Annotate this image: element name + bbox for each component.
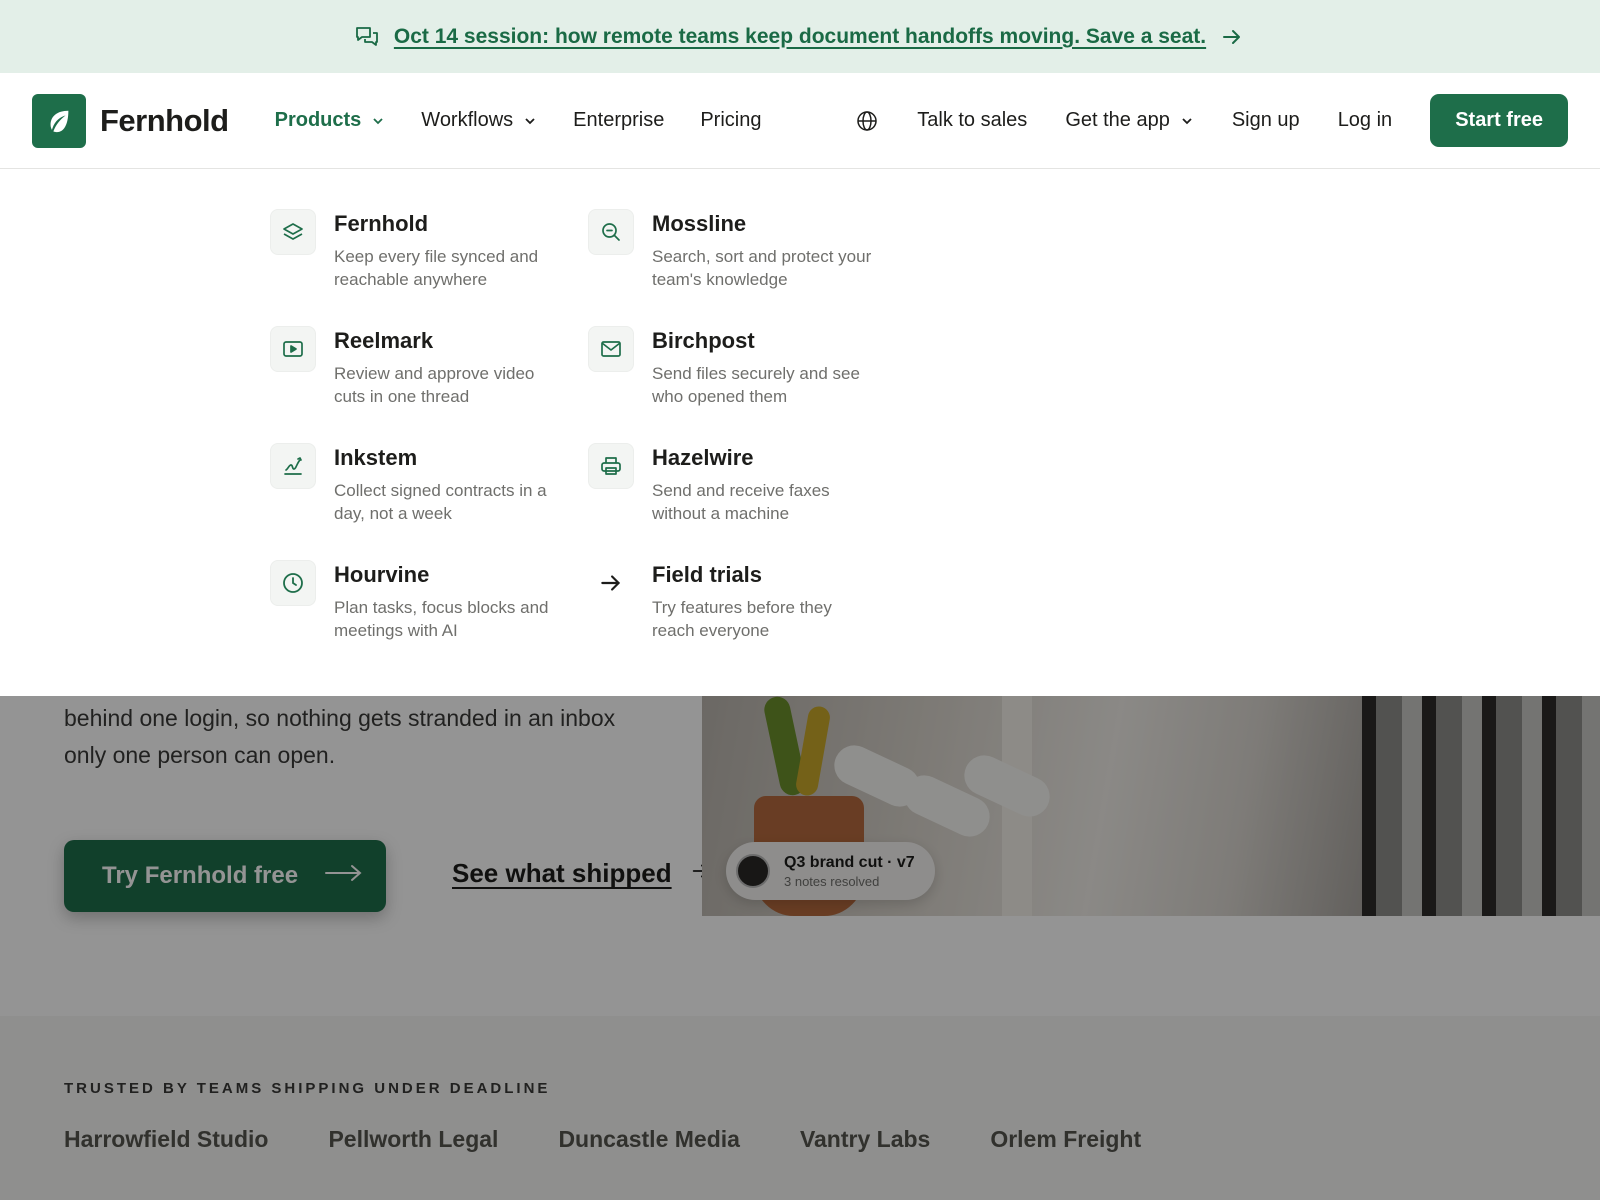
binders bbox=[1362, 696, 1600, 916]
nav-right-group: Talk to sales Get the app Sign up Log in… bbox=[855, 94, 1568, 147]
hero-description: behind one login, so nothing gets strand… bbox=[64, 705, 616, 768]
menu-item-title: Hazelwire bbox=[652, 445, 754, 470]
menu-item-desc: Keep every file synced and reachable any… bbox=[334, 247, 539, 289]
mail-icon bbox=[588, 326, 634, 372]
menu-item-title: Mossline bbox=[652, 211, 747, 236]
see-what-shipped-link[interactable]: See what shipped bbox=[452, 858, 712, 889]
globe-icon[interactable] bbox=[855, 109, 879, 133]
menu-item-inkstem[interactable]: Inkstem Collect signed contracts in a da… bbox=[270, 443, 588, 525]
talk-to-sales-link[interactable]: Talk to sales bbox=[917, 109, 1027, 132]
start-free-button[interactable]: Start free bbox=[1430, 94, 1568, 147]
try-free-button[interactable]: Try Fernhold free bbox=[64, 840, 386, 912]
trusted-label: TRUSTED BY TEAMS SHIPPING UNDER DEADLINE bbox=[64, 1080, 551, 1097]
mega-menu-grid: Fernhold Keep every file synced and reac… bbox=[270, 209, 906, 642]
menu-item-desc: Plan tasks, focus blocks and meetings wi… bbox=[334, 598, 549, 640]
menu-item-hourvine[interactable]: Hourvine Plan tasks, focus blocks and me… bbox=[270, 560, 588, 642]
nav-pricing[interactable]: Pricing bbox=[700, 109, 761, 132]
menu-item-hazelwire[interactable]: Hazelwire Send and receive faxes without… bbox=[588, 443, 906, 525]
nav-enterprise[interactable]: Enterprise bbox=[573, 109, 664, 132]
products-mega-menu: Fernhold Keep every file synced and reac… bbox=[0, 169, 1600, 696]
brand-name: Fernhold bbox=[100, 102, 229, 138]
menu-item-desc: Send and receive faxes without a machine bbox=[652, 481, 830, 523]
chat-bubbles-icon bbox=[354, 24, 380, 50]
clock-icon bbox=[270, 560, 316, 606]
menu-item-desc: Try features before they reach everyone bbox=[652, 598, 832, 640]
nav-products-label: Products bbox=[274, 109, 362, 131]
sign-up-link[interactable]: Sign up bbox=[1232, 109, 1300, 132]
menu-item-desc: Search, sort and protect your team's kno… bbox=[652, 247, 872, 289]
menu-item-title: Birchpost bbox=[652, 328, 755, 353]
get-the-app-label: Get the app bbox=[1065, 109, 1170, 131]
nav-workflows[interactable]: Workflows bbox=[421, 109, 537, 132]
log-in-link[interactable]: Log in bbox=[1338, 109, 1393, 132]
announcement-link[interactable]: Oct 14 session: how remote teams keep do… bbox=[394, 25, 1206, 49]
menu-item-desc: Review and approve video cuts in one thr… bbox=[334, 364, 535, 406]
menu-item-title: Field trials bbox=[652, 562, 763, 587]
signature-icon bbox=[270, 443, 316, 489]
trusted-section: TRUSTED BY TEAMS SHIPPING UNDER DEADLINE… bbox=[0, 1016, 1600, 1200]
customer-logo: Pellworth Legal bbox=[328, 1126, 499, 1152]
arrow-right-icon[interactable] bbox=[1220, 25, 1246, 49]
printer-icon bbox=[588, 443, 634, 489]
search-zoom-icon bbox=[588, 209, 634, 255]
arrow-right-icon bbox=[588, 560, 634, 606]
customer-logo: Orlem Freight bbox=[990, 1126, 1142, 1152]
leaf-icon bbox=[32, 93, 86, 148]
note-title: Q3 brand cut · v7 bbox=[784, 853, 915, 871]
plant-leaf bbox=[794, 704, 832, 798]
customer-logo: Harrowfield Studio bbox=[64, 1126, 269, 1152]
brand-logo[interactable]: Fernhold bbox=[32, 93, 229, 148]
announcement-bar: Oct 14 session: how remote teams keep do… bbox=[0, 0, 1600, 73]
menu-item-title: Hourvine bbox=[334, 562, 430, 587]
menu-item-title: Inkstem bbox=[334, 445, 418, 470]
layers-icon bbox=[270, 209, 316, 255]
video-play-icon bbox=[270, 326, 316, 372]
menu-item-field-trials[interactable]: Field trials Try features before they re… bbox=[588, 560, 906, 642]
nav-workflows-label: Workflows bbox=[421, 109, 514, 131]
try-free-label: Try Fernhold free bbox=[102, 862, 299, 889]
customer-logos: Harrowfield Studio Pellworth Legal Dunca… bbox=[64, 1126, 1141, 1153]
avatar bbox=[736, 854, 770, 888]
menu-item-birchpost[interactable]: Birchpost Send files securely and see wh… bbox=[588, 326, 906, 408]
menu-item-desc: Collect signed contracts in a day, not a… bbox=[334, 481, 547, 523]
main-nav: Fernhold Products Workflows Enterprise P… bbox=[0, 73, 1600, 169]
customer-logo: Vantry Labs bbox=[799, 1126, 931, 1152]
menu-item-reelmark[interactable]: Reelmark Review and approve video cuts i… bbox=[270, 326, 588, 408]
menu-item-title: Fernhold bbox=[334, 211, 429, 236]
get-the-app-menu[interactable]: Get the app bbox=[1065, 109, 1194, 132]
arrow-right-icon bbox=[324, 862, 364, 890]
menu-item-title: Reelmark bbox=[334, 328, 434, 353]
chevron-down-icon bbox=[371, 114, 385, 128]
menu-item-desc: Send files securely and see who opened t… bbox=[652, 364, 860, 406]
see-what-shipped-label: See what shipped bbox=[452, 858, 672, 888]
chevron-down-icon bbox=[1180, 114, 1194, 128]
menu-item-mossline[interactable]: Mossline Search, sort and protect your t… bbox=[588, 209, 906, 291]
customer-logo: Duncastle Media bbox=[558, 1126, 740, 1152]
review-note-chip: Q3 brand cut · v7 3 notes resolved bbox=[726, 842, 935, 900]
chevron-down-icon bbox=[523, 114, 537, 128]
menu-item-fernhold[interactable]: Fernhold Keep every file synced and reac… bbox=[270, 209, 588, 291]
note-subtitle: 3 notes resolved bbox=[784, 873, 880, 889]
nav-products[interactable]: Products bbox=[275, 109, 386, 132]
